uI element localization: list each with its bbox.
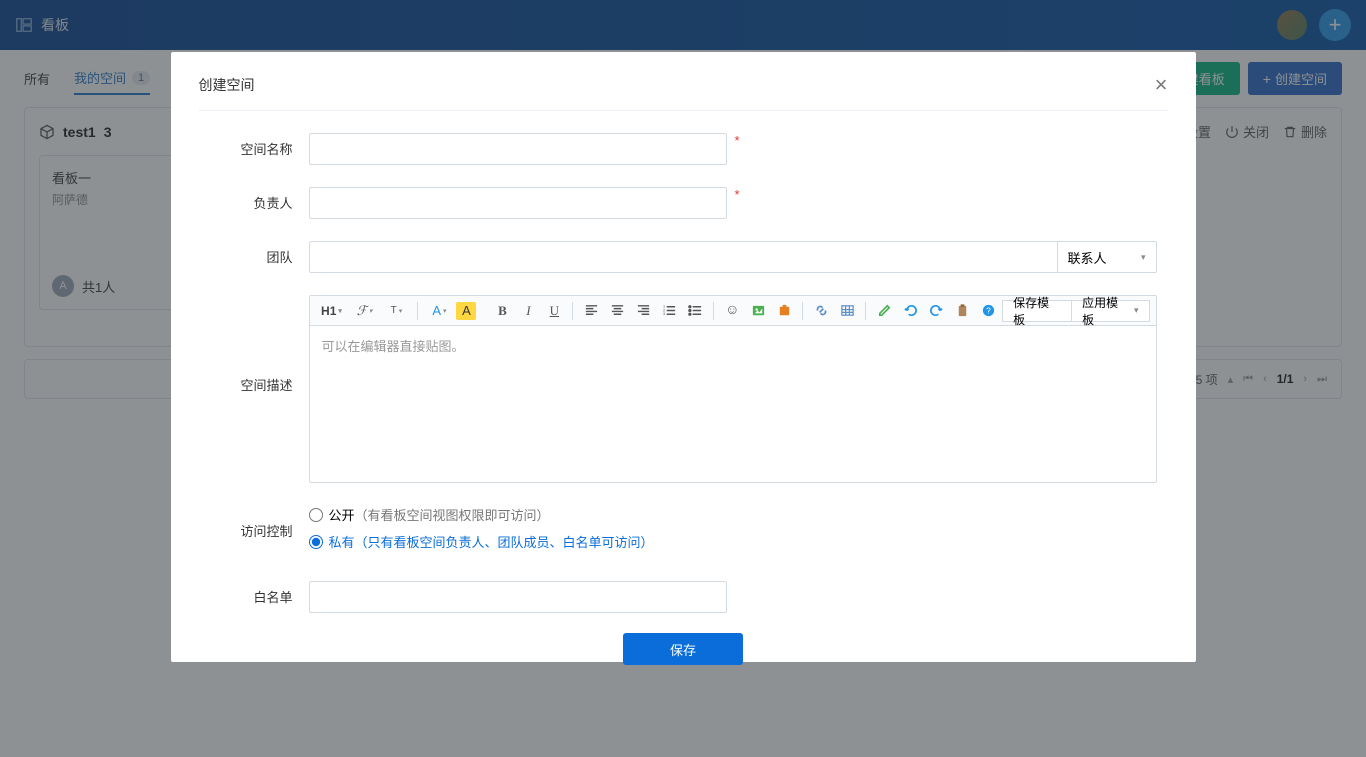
label-owner: 负责人 [199,187,309,212]
align-center-button[interactable] [605,300,629,322]
modal-overlay: 创建空间 × 空间名称 * 负责人 * 团队 联系人 ▾ 空间描述 [0,0,1366,757]
label-whitelist: 白名单 [199,581,309,606]
align-left-button[interactable] [579,300,603,322]
label-team: 团队 [199,241,309,266]
team-type-select[interactable]: 联系人 ▾ [1057,241,1157,273]
create-space-modal: 创建空间 × 空间名称 * 负责人 * 团队 联系人 ▾ 空间描述 [171,52,1196,662]
label-access: 访问控制 [199,505,309,540]
bullet-list-button[interactable] [683,300,707,322]
label-space-name: 空间名称 [199,133,309,158]
help-button[interactable]: ? [976,300,1000,322]
space-name-input[interactable] [309,133,727,165]
access-private-radio[interactable] [309,535,323,549]
table-button[interactable] [835,300,859,322]
label-description: 空间描述 [199,295,309,394]
apply-template-button[interactable]: 应用模板 ▾ [1072,300,1149,322]
access-public-option[interactable]: 公开（有看板空间视图权限即可访问） [309,505,654,524]
ordered-list-button[interactable]: 123 [657,300,681,322]
editor-content[interactable]: 可以在编辑器直接贴图。 [310,326,1156,482]
font-size-button[interactable]: ␶T [381,300,411,322]
rich-text-editor: H1 ℱ ␶T A A B I U 123 [309,295,1157,483]
whitelist-input[interactable] [309,581,727,613]
editor-toolbar: H1 ℱ ␶T A A B I U 123 [310,296,1156,326]
owner-select[interactable] [309,187,727,219]
chevron-down-icon: ▾ [1141,252,1146,263]
bold-button[interactable]: B [490,300,514,322]
italic-button[interactable]: I [516,300,540,322]
highlight-button[interactable]: A [456,302,476,320]
team-input[interactable] [309,241,1057,273]
access-public-radio[interactable] [309,508,323,522]
access-private-option[interactable]: 私有（只有看板空间负责人、团队成员、白名单可访问） [309,532,654,551]
svg-text:3: 3 [663,312,665,316]
link-button[interactable] [809,300,833,322]
svg-text:?: ? [986,305,991,315]
edit-button[interactable] [872,300,896,322]
heading-button[interactable]: H1 [316,300,348,322]
close-icon[interactable]: × [1155,74,1168,96]
save-template-button[interactable]: 保存模板 [1002,300,1072,322]
image-button[interactable] [746,300,770,322]
emoji-button[interactable]: ☺ [720,300,744,322]
chevron-down-icon: ▾ [1134,305,1139,316]
modal-title: 创建空间 [199,75,255,95]
paste-button[interactable] [950,300,974,322]
required-marker: * [735,187,740,202]
attachment-button[interactable] [772,300,796,322]
align-right-button[interactable] [631,300,655,322]
required-marker: * [735,133,740,148]
undo-button[interactable] [898,300,922,322]
font-color-button[interactable]: A [424,300,454,322]
save-button[interactable]: 保存 [623,633,743,665]
font-family-button[interactable]: ℱ [349,300,379,322]
underline-button[interactable]: U [542,300,566,322]
redo-button[interactable] [924,300,948,322]
